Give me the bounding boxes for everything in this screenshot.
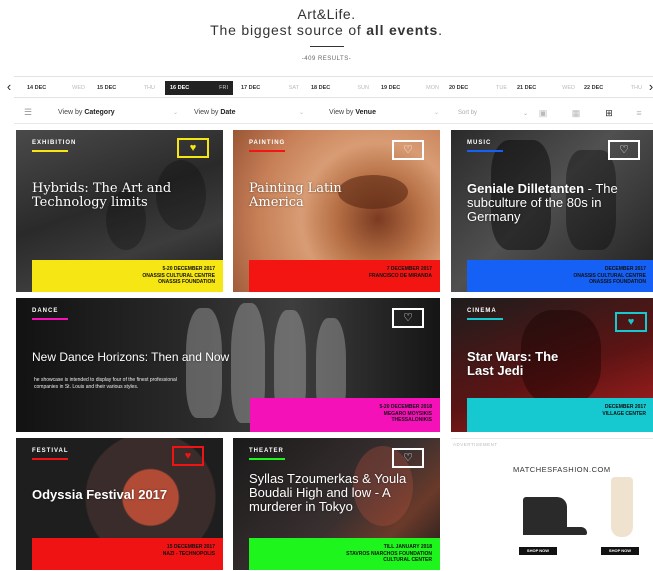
tagline-emphasis: all events	[366, 22, 439, 38]
tagline-text: The biggest source of	[210, 22, 367, 38]
event-venue: CULTURAL CENTER	[383, 557, 432, 563]
event-title[interactable]: Odyssia Festival 2017	[32, 488, 172, 502]
event-title[interactable]: Star Wars: The Last Jedi	[467, 350, 587, 378]
advertisement: ADVERTISEMENT MATCHESFASHION.COM SHOP NO…	[451, 438, 653, 570]
list-view-icon[interactable]: ▣	[532, 107, 554, 120]
results-count: -409 RESULTS-	[301, 56, 352, 62]
event-title[interactable]: Painting Latin America	[249, 182, 399, 209]
event-category: CINEMA	[467, 308, 503, 320]
date-selector: ‹ 14 DEC WED 15 DEC THU 16 DEC FRI 17 DEC SA…	[7, 76, 653, 98]
grid-view-icon[interactable]: ⊞	[598, 107, 620, 120]
event-venue: NAZI - TECHNOPOLIS	[162, 550, 215, 557]
event-title[interactable]: New Dance Horizons: Then and Now	[32, 350, 332, 364]
sort-dropdown[interactable]: Sort by ⌄	[458, 110, 528, 117]
chevron-down-icon: ⌄	[298, 110, 304, 116]
event-category: DANCE	[32, 308, 69, 320]
heart-icon[interactable]: ♥	[172, 446, 204, 466]
date-cell[interactable]: 15 DEC THU	[92, 81, 160, 95]
date-cell[interactable]: 20 DEC TUE	[444, 81, 512, 95]
date-cell[interactable]: 14 DEC WED	[22, 81, 90, 95]
chevron-down-icon: ⌄	[433, 110, 439, 116]
ad-banner[interactable]: MATCHESFASHION.COM SHOP NOW SHOP NOW	[513, 461, 653, 571]
event-card-theater[interactable]: THEATER ♡ Syllas Tzoumerkas & Youla Boud…	[233, 438, 440, 570]
heart-icon[interactable]: ♡	[608, 140, 640, 160]
tagline-end: .	[438, 22, 443, 38]
date-cell[interactable]: 18 DEC SUN	[306, 81, 374, 95]
event-venue: VILLAGE CENTER	[602, 410, 646, 417]
event-title[interactable]: Hybrids: The Art and Technology limits	[32, 182, 182, 209]
event-card-painting[interactable]: PAINTING ♡ Painting Latin America 7 DECE…	[233, 130, 440, 292]
event-info: 5-20 DECEMBER 2017 ONASSIS CULTURAL CENT…	[32, 260, 223, 292]
date-cell[interactable]: 22 DEC THU	[579, 81, 647, 95]
boot-image	[523, 497, 587, 535]
event-venue: ONASSIS FOUNDATION	[158, 279, 215, 285]
venue-filter[interactable]: View by Venue ⌄	[329, 109, 439, 121]
tagline: The biggest source of all events.	[0, 22, 653, 38]
event-card-music[interactable]: MUSIC ♡ Geniale Dilletanten - The subcul…	[451, 130, 653, 292]
date-cell[interactable]: 21 DEC WED	[512, 81, 580, 95]
event-description: he showcase is intended to display four …	[34, 377, 177, 390]
menu-view-icon[interactable]: ≡	[628, 107, 650, 120]
event-card-dance[interactable]: DANCE ♡ New Dance Horizons: Then and Now…	[16, 298, 440, 432]
date-cell-active[interactable]: 16 DEC FRI	[165, 81, 233, 95]
site-logo[interactable]: Art&Life.	[0, 6, 653, 22]
event-venue: FRANCISCO DE MIRANDA	[368, 272, 432, 279]
shop-now-button[interactable]: SHOP NOW	[519, 547, 557, 555]
event-category: EXHIBITION	[32, 140, 77, 152]
dress-image	[611, 477, 633, 537]
event-category: PAINTING	[249, 140, 286, 152]
event-category: THEATER	[249, 448, 285, 460]
chevron-down-icon: ⌄	[522, 111, 528, 117]
event-card-cinema[interactable]: CINEMA ♥ Star Wars: The Last Jedi DECEMB…	[451, 298, 653, 432]
advertisement-label: ADVERTISEMENT	[453, 442, 498, 447]
date-cell[interactable]: 19 DEC MON	[376, 81, 444, 95]
chevron-down-icon: ⌄	[172, 110, 178, 116]
event-category: FESTIVAL	[32, 448, 69, 460]
event-info: 15 DECEMBER 2017 NAZI - TECHNOPOLIS	[32, 538, 223, 570]
event-venue: ONASSIS FOUNDATION	[589, 279, 646, 285]
ad-brand[interactable]: MATCHESFASHION.COM	[513, 465, 653, 474]
chevron-right-icon[interactable]: ›	[646, 80, 653, 94]
event-info: TILL JANUARY 2018 STAVROS NIARCHOS FOUND…	[249, 538, 440, 570]
filter-bar: ☰ View by Category ⌄ View by Date ⌄ View b…	[14, 104, 653, 124]
heart-icon[interactable]: ♡	[392, 448, 424, 468]
chevron-left-icon[interactable]: ‹	[4, 80, 14, 94]
shop-now-button[interactable]: SHOP NOW	[601, 547, 639, 555]
event-info: 5-20 DECEMBER 2018 MEGARO MOYSIKIS THESS…	[250, 398, 440, 432]
event-info: DECEMBER 2017 VILLAGE CENTER	[467, 398, 653, 432]
event-category: MUSIC	[467, 140, 504, 152]
sliders-icon[interactable]: ☰	[24, 107, 32, 118]
event-card-festival[interactable]: FESTIVAL ♥ Odyssia Festival 2017 15 DECE…	[16, 438, 223, 570]
heart-icon[interactable]: ♥	[615, 312, 647, 332]
event-venue: THESSALONIKIS	[391, 417, 432, 423]
event-info: DECEMBER 2017 ONASSIS CULTURAL CENTRE ON…	[467, 260, 653, 292]
compact-view-icon[interactable]: ▦	[565, 107, 587, 120]
heart-icon[interactable]: ♡	[392, 140, 424, 160]
heart-icon[interactable]: ♡	[392, 308, 424, 328]
event-title[interactable]: Syllas Tzoumerkas & Youla Boudali High a…	[249, 472, 419, 514]
header-divider	[310, 46, 344, 47]
date-cell[interactable]: 17 DEC SAT	[236, 81, 304, 95]
heart-icon[interactable]: ♥	[177, 138, 209, 158]
event-card-exhibition[interactable]: EXHIBITION ♥ Hybrids: The Art and Techno…	[16, 130, 223, 292]
event-title[interactable]: Geniale Dilletanten - The subculture of …	[467, 182, 647, 224]
event-info: 7 DECEMBER 2017 FRANCISCO DE MIRANDA	[249, 260, 440, 292]
category-filter[interactable]: View by Category ⌄	[58, 109, 178, 121]
date-filter[interactable]: View by Date ⌄	[194, 109, 304, 121]
